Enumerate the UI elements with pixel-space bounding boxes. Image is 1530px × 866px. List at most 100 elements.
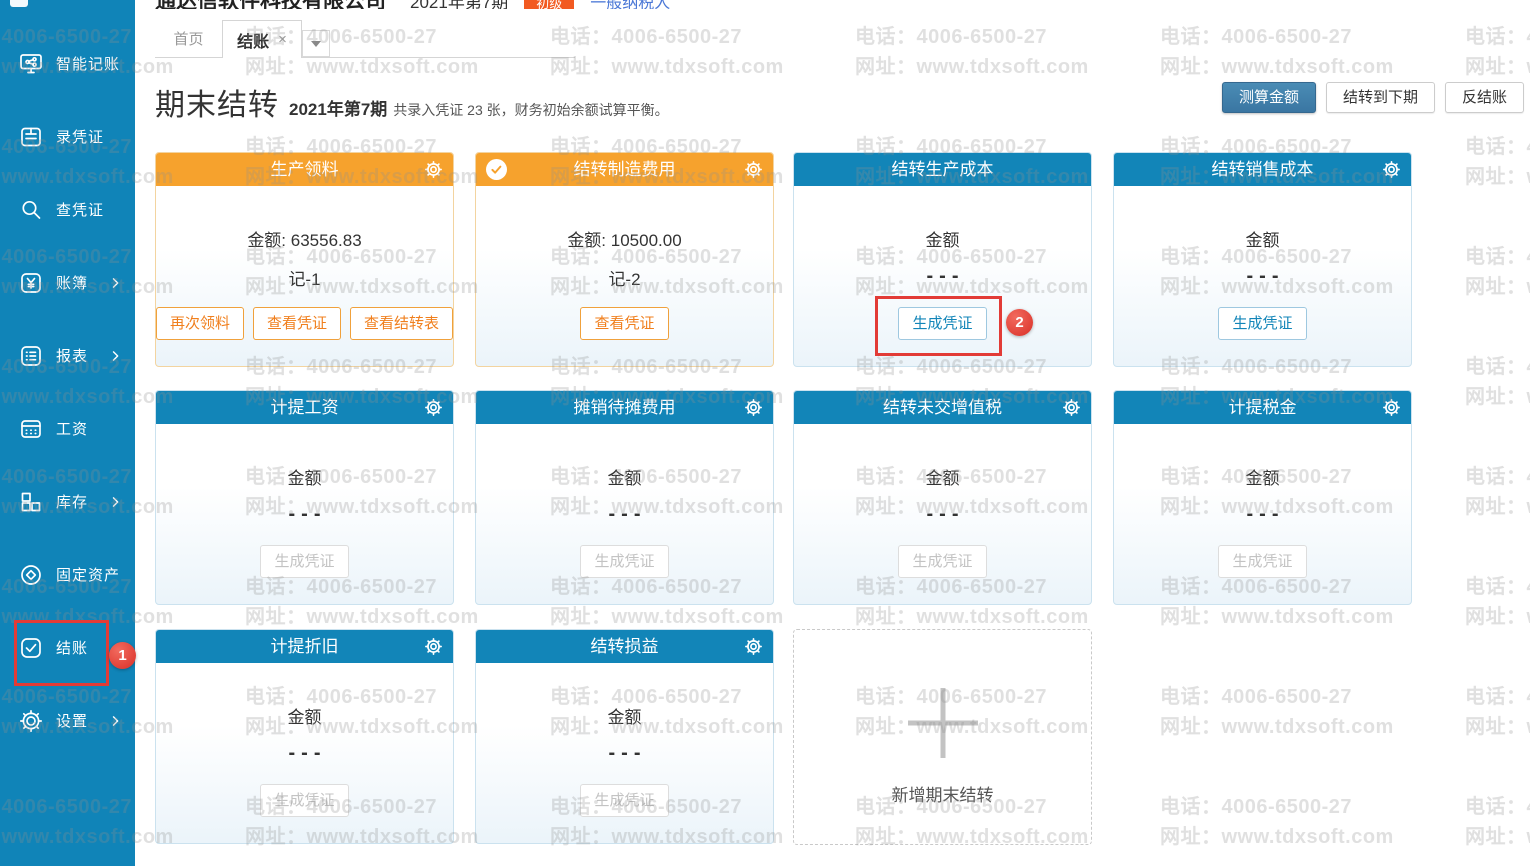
gear-icon[interactable] xyxy=(1063,399,1080,416)
sidebar-item-reports[interactable]: 报表 xyxy=(0,319,135,392)
sidebar-item-payroll[interactable]: 工资 xyxy=(0,392,135,465)
amount-label: 金额 xyxy=(1114,464,1411,489)
sidebar-item-label: 录凭证 xyxy=(56,126,104,147)
card-production-material: 生产领料 金额: 63556.83 记-1 再次领料 查看凭证 查看结转表 xyxy=(155,152,454,367)
amount-label: 金额 xyxy=(1114,226,1411,251)
card-buttons: 生成凭证 xyxy=(156,545,453,578)
measure-amount-button[interactable]: 测算金额 xyxy=(1222,82,1316,113)
top-strip-clipped: 通达信软件科技有限公司 2021年第7期 初级 一般纳税人 xyxy=(155,0,1055,9)
empty-amount-dashes: --- xyxy=(1114,503,1411,526)
carry-to-next-period-button[interactable]: 结转到下期 xyxy=(1326,82,1435,113)
empty-amount-dashes: --- xyxy=(794,503,1091,526)
chevron-right-icon xyxy=(111,350,121,362)
sidebar: 智能记账 录凭证 查凭证 账簿 报表 工资 库存 xyxy=(0,0,135,866)
card-title: 计提折旧 xyxy=(271,637,339,656)
watermark-text: 电话：4006-6500-27网址：www.tdxsoft.com xyxy=(1465,242,1530,302)
generate-voucher-button[interactable]: 生成凭证 xyxy=(898,545,986,578)
toolbar: 测算金额 结转到下期 反结账 xyxy=(1222,82,1524,113)
inventory-boxes-icon xyxy=(18,489,44,515)
generate-voucher-button[interactable]: 生成凭证 xyxy=(1218,545,1306,578)
sidebar-item-smart-bookkeeping[interactable]: 智能记账 xyxy=(0,27,135,100)
card-buttons: 生成凭证 xyxy=(156,784,453,817)
card-header: 结转生产成本 xyxy=(794,153,1091,186)
amount-line: 金额: 63556.83 xyxy=(156,226,453,251)
gear-icon[interactable] xyxy=(1383,161,1400,178)
watermark-text: 电话：4006-6500-27网址：www.tdxsoft.com xyxy=(1465,352,1530,412)
sidebar-item-label: 库存 xyxy=(56,491,88,512)
version-badge: 初级 xyxy=(524,0,574,9)
closing-check-icon xyxy=(18,635,44,661)
card-title: 计提工资 xyxy=(271,398,339,417)
tab-list-dropdown[interactable] xyxy=(302,30,330,57)
card-header: 计提折旧 xyxy=(156,630,453,663)
page-period: 2021年第7期 xyxy=(289,95,387,120)
add-card-label: 新增期末结转 xyxy=(794,781,1091,806)
sidebar-item-label: 报表 xyxy=(56,345,88,366)
gear-icon[interactable] xyxy=(745,399,762,416)
gear-icon[interactable] xyxy=(1383,399,1400,416)
voucher-no-line: 记-1 xyxy=(156,265,453,290)
watermark-text: 电话：4006-6500-27网址：www.tdxsoft.com xyxy=(1160,682,1394,742)
reverse-closing-button[interactable]: 反结账 xyxy=(1445,82,1524,113)
sidebar-item-label: 结账 xyxy=(56,637,88,658)
tab-close-icon[interactable]: × xyxy=(278,31,287,48)
fixed-assets-icon xyxy=(18,562,44,588)
card-accrue-depreciation: 计提折旧 金额 --- 生成凭证 xyxy=(155,629,454,844)
generate-voucher-button[interactable]: 生成凭证 xyxy=(580,784,668,817)
sidebar-item-voucher-entry[interactable]: 录凭证 xyxy=(0,100,135,173)
card-header: 结转制造费用 xyxy=(476,153,773,186)
sidebar-item-ledger[interactable]: 账簿 xyxy=(0,246,135,319)
generate-voucher-button[interactable]: 生成凭证 xyxy=(580,545,668,578)
add-period-end-carryover-card[interactable]: 新增期末结转 xyxy=(793,629,1092,845)
watermark-text: 电话：4006-6500-27网址：www.tdxsoft.com xyxy=(1465,572,1530,632)
tab-closing-active[interactable]: 结账 × xyxy=(222,20,302,58)
step1-number-badge: 1 xyxy=(109,642,136,669)
gear-icon[interactable] xyxy=(745,161,762,178)
card-title: 计提税金 xyxy=(1229,398,1297,417)
sidebar-item-fixed-assets[interactable]: 固定资产 xyxy=(0,538,135,611)
card-buttons: 生成凭证 xyxy=(794,307,1091,340)
pick-material-again-button[interactable]: 再次领料 xyxy=(156,307,244,340)
gear-icon[interactable] xyxy=(425,161,442,178)
card-buttons: 生成凭证 xyxy=(476,784,773,817)
empty-amount-dashes: --- xyxy=(794,265,1091,288)
amount-line: 金额: 10500.00 xyxy=(476,226,773,251)
generate-voucher-button[interactable]: 生成凭证 xyxy=(260,545,348,578)
tab-home[interactable]: 首页 xyxy=(155,20,222,57)
sidebar-item-settings[interactable]: 设置 xyxy=(0,684,135,757)
sidebar-item-label: 智能记账 xyxy=(56,53,120,74)
empty-amount-dashes: --- xyxy=(156,742,453,765)
app-window: 通达信软件科技有限公司 2021年第7期 初级 一般纳税人 智能记账 录凭证 查… xyxy=(0,0,1530,866)
generate-voucher-button[interactable]: 生成凭证 xyxy=(1218,307,1306,340)
view-voucher-button[interactable]: 查看凭证 xyxy=(580,307,668,340)
sidebar-item-label: 固定资产 xyxy=(56,564,120,585)
ledger-yuan-icon xyxy=(18,270,44,296)
sidebar-item-voucher-search[interactable]: 查凭证 xyxy=(0,173,135,246)
view-voucher-button[interactable]: 查看凭证 xyxy=(253,307,341,340)
empty-amount-dashes: --- xyxy=(156,503,453,526)
sidebar-item-inventory[interactable]: 库存 xyxy=(0,465,135,538)
page-summary: 共录入凭证 23 张，财务初始余额试算平衡。 xyxy=(393,100,668,120)
empty-amount-dashes: --- xyxy=(476,742,773,765)
gear-icon[interactable] xyxy=(425,638,442,655)
sidebar-item-label: 账簿 xyxy=(56,272,88,293)
chevron-right-icon xyxy=(111,715,121,727)
sidebar-item-label: 工资 xyxy=(56,418,88,439)
view-carryover-table-button[interactable]: 查看结转表 xyxy=(350,307,453,340)
generate-voucher-button[interactable]: 生成凭证 xyxy=(260,784,348,817)
card-header: 计提工资 xyxy=(156,391,453,424)
gear-icon[interactable] xyxy=(745,638,762,655)
done-check-icon xyxy=(486,159,507,180)
card-title: 结转生产成本 xyxy=(892,160,994,179)
taxpayer-type-link[interactable]: 一般纳税人 xyxy=(590,0,670,9)
generate-voucher-button[interactable]: 生成凭证 xyxy=(898,307,986,340)
report-list-icon xyxy=(18,343,44,369)
card-amortize-prepaid: 摊销待摊费用 金额 --- 生成凭证 xyxy=(475,390,774,605)
watermark-text: 电话：4006-6500-27网址：www.tdxsoft.com xyxy=(550,22,784,82)
sidebar-item-label: 设置 xyxy=(56,710,88,731)
card-sales-cost: 结转销售成本 金额 --- 生成凭证 xyxy=(1113,152,1412,367)
watermark-text: 电话：4006-6500-27网址：www.tdxsoft.com xyxy=(1160,792,1394,852)
card-title: 摊销待摊费用 xyxy=(574,398,676,417)
gear-icon[interactable] xyxy=(425,399,442,416)
amount-label: 金额 xyxy=(794,226,1091,251)
